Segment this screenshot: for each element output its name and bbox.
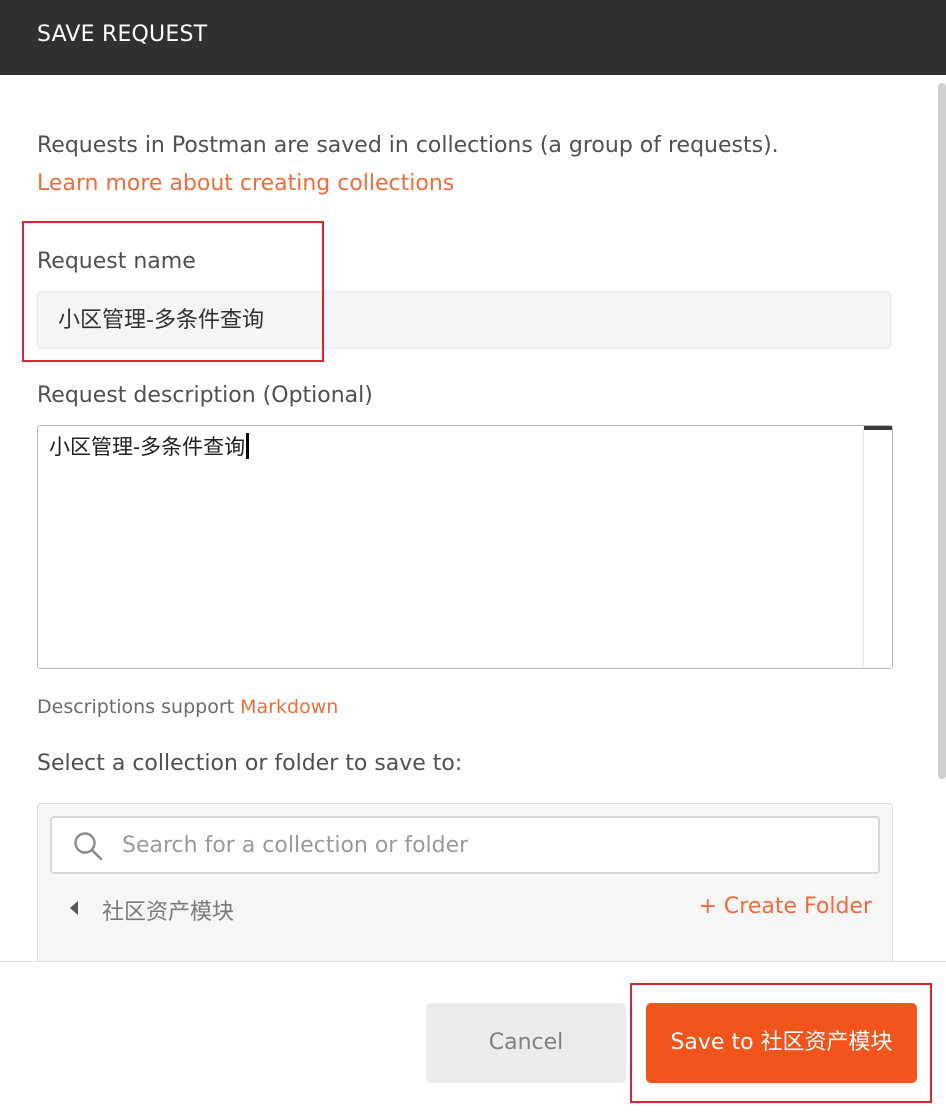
create-folder-link[interactable]: + Create Folder [698, 894, 872, 919]
request-description-label: Request description (Optional) [37, 383, 373, 408]
dialog-scrollbar[interactable] [936, 75, 946, 961]
annotation-highlight-name [22, 221, 324, 362]
markdown-note: Descriptions support Markdown [37, 696, 338, 718]
description-scrollbar-thumb[interactable] [864, 426, 892, 430]
collection-search-input[interactable] [122, 818, 862, 872]
markdown-note-prefix: Descriptions support [37, 696, 235, 718]
folder-breadcrumb-row: 社区资产模块 + Create Folder [38, 888, 892, 932]
markdown-link[interactable]: Markdown [240, 696, 338, 718]
dialog-scrollbar-thumb[interactable] [938, 83, 946, 779]
intro-text: Requests in Postman are saved in collect… [37, 133, 779, 158]
text-caret [246, 433, 250, 459]
annotation-highlight-save [630, 983, 932, 1103]
collection-picker: 社区资产模块 + Create Folder [37, 803, 893, 961]
learn-more-link[interactable]: Learn more about creating collections [37, 171, 454, 196]
description-scrollbar[interactable] [863, 426, 892, 668]
dialog-footer: Cancel Save to 社区资产模块 [0, 961, 946, 1116]
caret-left-icon[interactable] [68, 900, 80, 916]
collection-select-label: Select a collection or folder to save to… [37, 751, 463, 776]
request-description-text: 小区管理-多条件查询 [49, 431, 250, 461]
dialog-title: SAVE REQUEST [37, 22, 208, 47]
cancel-button[interactable]: Cancel [426, 1003, 626, 1083]
search-icon [74, 832, 103, 861]
dialog-body[interactable]: Requests in Postman are saved in collect… [0, 75, 946, 961]
save-request-dialog: SAVE REQUEST Requests in Postman are sav… [0, 0, 946, 1116]
current-folder-name: 社区资产模块 [102, 900, 235, 925]
dialog-header: SAVE REQUEST [0, 0, 946, 75]
request-description-textarea[interactable]: 小区管理-多条件查询 [37, 425, 893, 669]
collection-search-box[interactable] [50, 816, 880, 874]
